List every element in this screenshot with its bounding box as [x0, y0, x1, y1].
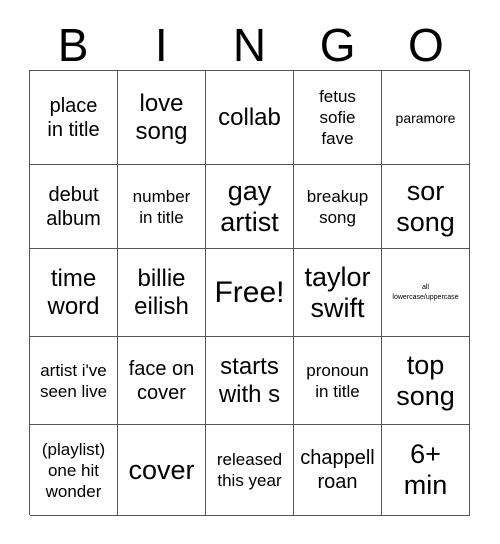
bingo-cell-r3-c4[interactable]: taylor swift	[294, 249, 382, 337]
bingo-card: B I NGO place in title love song collab fetus…	[0, 0, 500, 544]
bingo-cell-r1-c5[interactable]: paramore	[382, 71, 470, 165]
bingo-header-letter-g: G	[319, 19, 356, 71]
bingo-cell-r2-c2[interactable]: number in title	[118, 165, 206, 249]
bingo-cell-label: chappell roan	[300, 447, 375, 493]
bingo-cell-r5-c5[interactable]: 6+ min	[382, 425, 470, 516]
bingo-cell-label: top song	[396, 349, 455, 411]
bingo-header-letter-o: O	[408, 19, 444, 71]
bingo-cell-label: all lowercase/uppercase	[392, 283, 459, 301]
bingo-cell-label: paramore	[395, 109, 456, 126]
bingo-cell-label: gay artist	[220, 175, 279, 237]
bingo-cell-label: collab	[218, 103, 281, 131]
bingo-cell-label: fetus sofie fave	[319, 87, 356, 148]
bingo-cell-r2-c1[interactable]: debut album	[30, 165, 118, 249]
bingo-cell-label: face on cover	[128, 357, 195, 404]
bingo-cell-label: place in title	[47, 94, 100, 141]
bingo-cell-r5-c4[interactable]: chappell roan	[294, 425, 382, 516]
bingo-cell-label: love song	[135, 89, 188, 145]
bingo-cell-label: debut album	[46, 183, 101, 230]
bingo-cell-r1-c3[interactable]: collab	[206, 71, 294, 165]
bingo-cell-label: released this year	[216, 450, 283, 490]
bingo-cell-r3-c2[interactable]: billie eilish	[118, 249, 206, 337]
bingo-header: B I NGO	[29, 16, 470, 70]
bingo-grid: place in title love song collab fetus sofie…	[29, 70, 470, 516]
bingo-cell-r4-c1[interactable]: artist i've seen live	[30, 337, 118, 425]
bingo-header-letter-i: I	[154, 19, 168, 71]
bingo-cell-r2-c4[interactable]: breakup song	[294, 165, 382, 249]
bingo-cell-label: Free!	[214, 275, 285, 309]
bingo-cell-r3-c3[interactable]: Free!	[206, 249, 294, 337]
bingo-cell-r2-c5[interactable]: sor song	[382, 165, 470, 249]
bingo-cell-label: billie eilish	[134, 264, 189, 320]
bingo-cell-r4-c4[interactable]: pronoun in title	[294, 337, 382, 425]
bingo-cell-label: 6+ min	[403, 439, 448, 500]
bingo-cell-label: number in title	[132, 186, 191, 227]
bingo-cell-r1-c1[interactable]: place in title	[30, 71, 118, 165]
bingo-cell-r1-c2[interactable]: love song	[118, 71, 206, 165]
bingo-cell-r5-c3[interactable]: released this year	[206, 425, 294, 516]
bingo-cell-label: sor song	[396, 175, 455, 237]
bingo-cell-r3-c1[interactable]: time word	[30, 249, 118, 337]
bingo-cell-label: pronoun in title	[306, 360, 369, 401]
bingo-cell-r3-c5[interactable]: all lowercase/uppercase	[382, 249, 470, 337]
bingo-cell-label: cover	[128, 454, 195, 485]
bingo-cell-r2-c3[interactable]: gay artist	[206, 165, 294, 249]
bingo-cell-label: (playlist) one hit wonder	[41, 439, 106, 501]
bingo-cell-label: taylor swift	[304, 261, 371, 323]
bingo-cell-r4-c2[interactable]: face on cover	[118, 337, 206, 425]
bingo-cell-r4-c3[interactable]: starts with s	[206, 337, 294, 425]
bingo-cell-r1-c4[interactable]: fetus sofie fave	[294, 71, 382, 165]
bingo-cell-r5-c1[interactable]: (playlist) one hit wonder	[30, 425, 118, 516]
bingo-cell-r4-c5[interactable]: top song	[382, 337, 470, 425]
bingo-cell-label: time word	[47, 264, 100, 320]
bingo-header-letter-b: B	[57, 19, 89, 71]
bingo-cell-label: breakup song	[306, 186, 369, 227]
bingo-cell-label: artist i've seen live	[39, 360, 108, 401]
bingo-header-letter-n: N	[232, 19, 267, 71]
bingo-cell-r5-c2[interactable]: cover	[118, 425, 206, 516]
bingo-cell-label: starts with s	[218, 352, 281, 408]
